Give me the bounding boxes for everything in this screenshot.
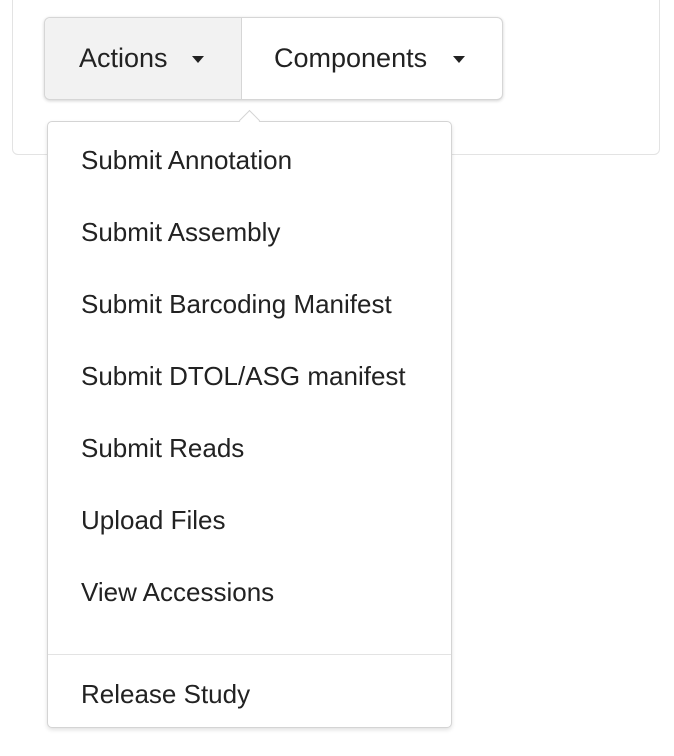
caret-down-icon — [453, 56, 466, 63]
menu-item-submit-assembly[interactable]: Submit Assembly — [81, 217, 280, 247]
toolbar-button-group: Actions Components — [44, 17, 503, 100]
menu-divider — [48, 654, 451, 655]
caret-down-icon — [191, 56, 204, 63]
actions-dropdown-menu: Submit Annotation Submit Assembly Submit… — [47, 109, 452, 728]
actions-button-label: Actions — [79, 43, 168, 73]
menu-item-submit-reads[interactable]: Submit Reads — [81, 433, 244, 463]
components-button-label: Components — [274, 43, 428, 73]
menu-item-release-study[interactable]: Release Study — [81, 679, 250, 709]
menu-item-view-accessions[interactable]: View Accessions — [81, 577, 274, 607]
actions-dropdown-button[interactable]: Actions — [45, 18, 242, 99]
menu-item-submit-annotation[interactable]: Submit Annotation — [81, 145, 292, 175]
menu-item-submit-dtol-asg-manifest[interactable]: Submit DTOL/ASG manifest — [81, 361, 406, 391]
menu-item-upload-files[interactable]: Upload Files — [81, 505, 226, 535]
components-dropdown-button[interactable]: Components — [242, 18, 502, 99]
menu-item-submit-barcoding-manifest[interactable]: Submit Barcoding Manifest — [81, 289, 392, 319]
